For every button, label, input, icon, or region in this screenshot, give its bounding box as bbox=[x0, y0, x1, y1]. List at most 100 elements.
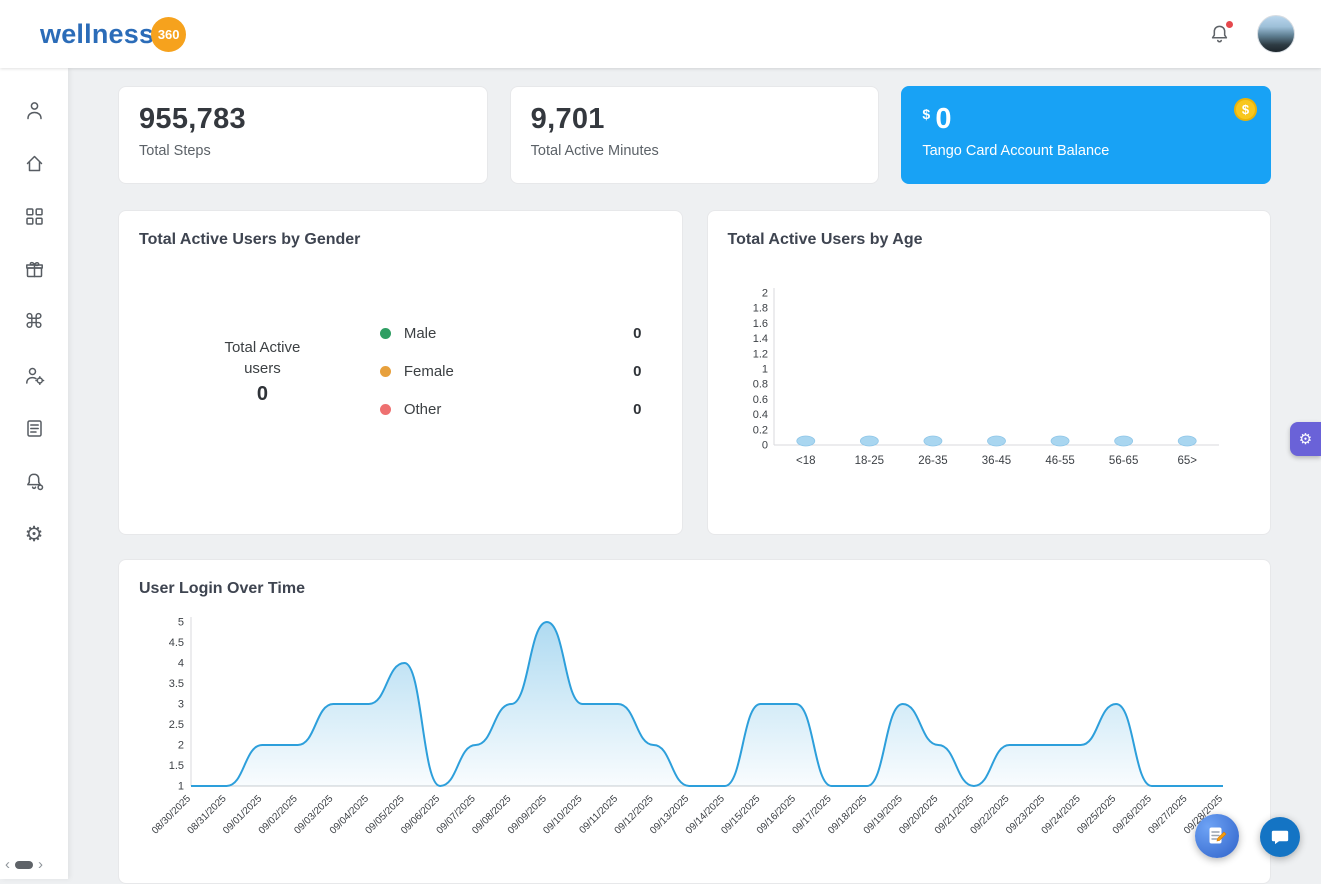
female-dot-icon bbox=[380, 366, 391, 377]
logo-text: wellness bbox=[40, 19, 154, 50]
svg-text:1.6: 1.6 bbox=[752, 318, 767, 330]
collapse-handle-icon[interactable] bbox=[15, 861, 33, 869]
tango-balance-card: $ 0 Tango Card Account Balance $ bbox=[901, 86, 1271, 184]
notifications-bell-icon[interactable] bbox=[1208, 23, 1231, 46]
age-chart-card: Total Active Users by Age 0 0.2 0.4 0.6 0.8 1… bbox=[707, 210, 1272, 535]
sidebar-item-rewards[interactable] bbox=[22, 257, 46, 281]
currency-symbol: $ bbox=[922, 106, 930, 122]
forms-list-icon bbox=[24, 418, 45, 439]
logo-360-badge: 360 bbox=[151, 17, 186, 52]
settings-gear-icon: ⚙ bbox=[25, 524, 44, 545]
svg-text:26-35: 26-35 bbox=[918, 455, 947, 467]
svg-text:46-55: 46-55 bbox=[1045, 455, 1074, 467]
svg-text:2: 2 bbox=[761, 288, 767, 300]
chat-fab-button[interactable] bbox=[1260, 817, 1300, 857]
main-content: 955,783 Total Steps 9,701 Total Active M… bbox=[68, 68, 1321, 879]
gender-chart-title: Total Active Users by Gender bbox=[139, 231, 662, 249]
tango-balance-label: Tango Card Account Balance bbox=[922, 143, 1250, 159]
svg-text:2: 2 bbox=[178, 740, 184, 752]
sidebar-item-settings[interactable]: ⚙ bbox=[22, 522, 46, 546]
app-logo[interactable]: wellness 360 bbox=[40, 17, 186, 52]
sidebar-item-notification-settings[interactable] bbox=[22, 469, 46, 493]
male-label: Male bbox=[404, 325, 437, 342]
legend-item-male[interactable]: Male 0 bbox=[380, 325, 642, 342]
female-label: Female bbox=[404, 363, 454, 380]
age-chart-title: Total Active Users by Age bbox=[728, 231, 1251, 249]
legend-item-other[interactable]: Other 0 bbox=[380, 401, 642, 418]
avatar[interactable] bbox=[1257, 15, 1295, 53]
coin-dollar-icon: $ bbox=[1234, 98, 1257, 121]
collapse-left-icon[interactable]: ‹ bbox=[5, 856, 10, 873]
svg-text:1.2: 1.2 bbox=[752, 348, 767, 360]
svg-text:0.2: 0.2 bbox=[752, 424, 767, 436]
svg-text:<18: <18 bbox=[796, 455, 816, 467]
total-active-minutes-card: 9,701 Total Active Minutes bbox=[510, 86, 880, 184]
login-chart-title: User Login Over Time bbox=[139, 580, 1250, 598]
gender-total-block: Total Active users 0 bbox=[145, 337, 380, 406]
total-steps-value: 955,783 bbox=[139, 103, 467, 136]
age-bar-chart: 00.20.40.60.811.21.41.61.82<1818-2526-35… bbox=[728, 281, 1233, 479]
svg-text:5: 5 bbox=[178, 617, 184, 629]
collapse-right-icon[interactable]: › bbox=[38, 856, 43, 873]
home-icon bbox=[24, 153, 45, 174]
gender-chart-card: Total Active Users by Gender Total Activ… bbox=[118, 210, 683, 535]
stats-row: 955,783 Total Steps 9,701 Total Active M… bbox=[118, 86, 1271, 184]
sidebar-item-user[interactable] bbox=[22, 98, 46, 122]
male-value: 0 bbox=[633, 325, 641, 342]
gender-chart-body: Total Active users 0 Male 0 Female 0 bbox=[139, 249, 662, 494]
sidebar-item-command[interactable]: ⌘ bbox=[22, 310, 46, 334]
notification-dot bbox=[1226, 21, 1233, 28]
svg-text:0.6: 0.6 bbox=[752, 394, 767, 406]
balance-amount: 0 bbox=[935, 103, 951, 136]
sidebar-item-dashboard[interactable] bbox=[22, 204, 46, 228]
sidebar-collapse-control[interactable]: ‹ › bbox=[5, 856, 43, 873]
widget-settings-button[interactable]: ⚙ bbox=[1290, 422, 1321, 456]
svg-text:1: 1 bbox=[178, 781, 184, 793]
survey-fab-button[interactable] bbox=[1195, 814, 1239, 858]
total-active-minutes-label: Total Active Minutes bbox=[531, 143, 859, 159]
total-active-minutes-value: 9,701 bbox=[531, 103, 859, 136]
svg-text:18-25: 18-25 bbox=[854, 455, 883, 467]
svg-text:1.8: 1.8 bbox=[752, 303, 767, 315]
sidebar-item-home[interactable] bbox=[22, 151, 46, 175]
other-value: 0 bbox=[633, 401, 641, 418]
total-steps-label: Total Steps bbox=[139, 143, 467, 159]
svg-text:36-45: 36-45 bbox=[981, 455, 1010, 467]
user-icon bbox=[24, 100, 45, 121]
legend-item-female[interactable]: Female 0 bbox=[380, 363, 642, 380]
sidebar-item-forms[interactable] bbox=[22, 416, 46, 440]
command-icon: ⌘ bbox=[24, 312, 44, 332]
chat-bubble-icon bbox=[1270, 827, 1290, 847]
svg-text:0.8: 0.8 bbox=[752, 379, 767, 391]
sidebar-item-user-settings[interactable] bbox=[22, 363, 46, 387]
charts-row: Total Active Users by Gender Total Activ… bbox=[118, 210, 1271, 535]
rewards-gift-icon bbox=[24, 259, 45, 280]
svg-text:0.4: 0.4 bbox=[752, 409, 767, 421]
notification-settings-icon bbox=[24, 471, 45, 492]
svg-text:4.5: 4.5 bbox=[169, 637, 184, 649]
female-value: 0 bbox=[633, 363, 641, 380]
male-dot-icon bbox=[380, 328, 391, 339]
svg-text:3.5: 3.5 bbox=[169, 678, 184, 690]
svg-text:56-65: 56-65 bbox=[1108, 455, 1137, 467]
svg-text:2.5: 2.5 bbox=[169, 719, 184, 731]
top-bar: wellness 360 bbox=[0, 0, 1321, 68]
svg-text:1.5: 1.5 bbox=[169, 760, 184, 772]
tango-balance-value: $ 0 bbox=[922, 103, 1250, 136]
gender-total-label: Total Active users bbox=[214, 337, 310, 379]
widget-gear-icon: ⚙ bbox=[1299, 430, 1312, 448]
login-area-chart: 11.522.533.544.5508/30/202508/31/202509/… bbox=[139, 612, 1239, 850]
svg-text:3: 3 bbox=[178, 699, 184, 711]
other-dot-icon bbox=[380, 404, 391, 415]
other-label: Other bbox=[404, 401, 442, 418]
svg-text:4: 4 bbox=[178, 658, 184, 670]
gender-legend: Male 0 Female 0 Other 0 bbox=[380, 304, 656, 439]
login-chart-card: User Login Over Time 11.522.533.544.5508… bbox=[118, 559, 1271, 884]
svg-text:1: 1 bbox=[761, 364, 767, 376]
gender-total-value: 0 bbox=[257, 383, 268, 406]
user-settings-icon bbox=[24, 365, 45, 386]
coin-dollar-glyph: $ bbox=[1242, 102, 1249, 117]
svg-text:65>: 65> bbox=[1177, 455, 1197, 467]
dashboard-grid-icon bbox=[24, 206, 45, 227]
svg-text:0: 0 bbox=[761, 440, 767, 452]
